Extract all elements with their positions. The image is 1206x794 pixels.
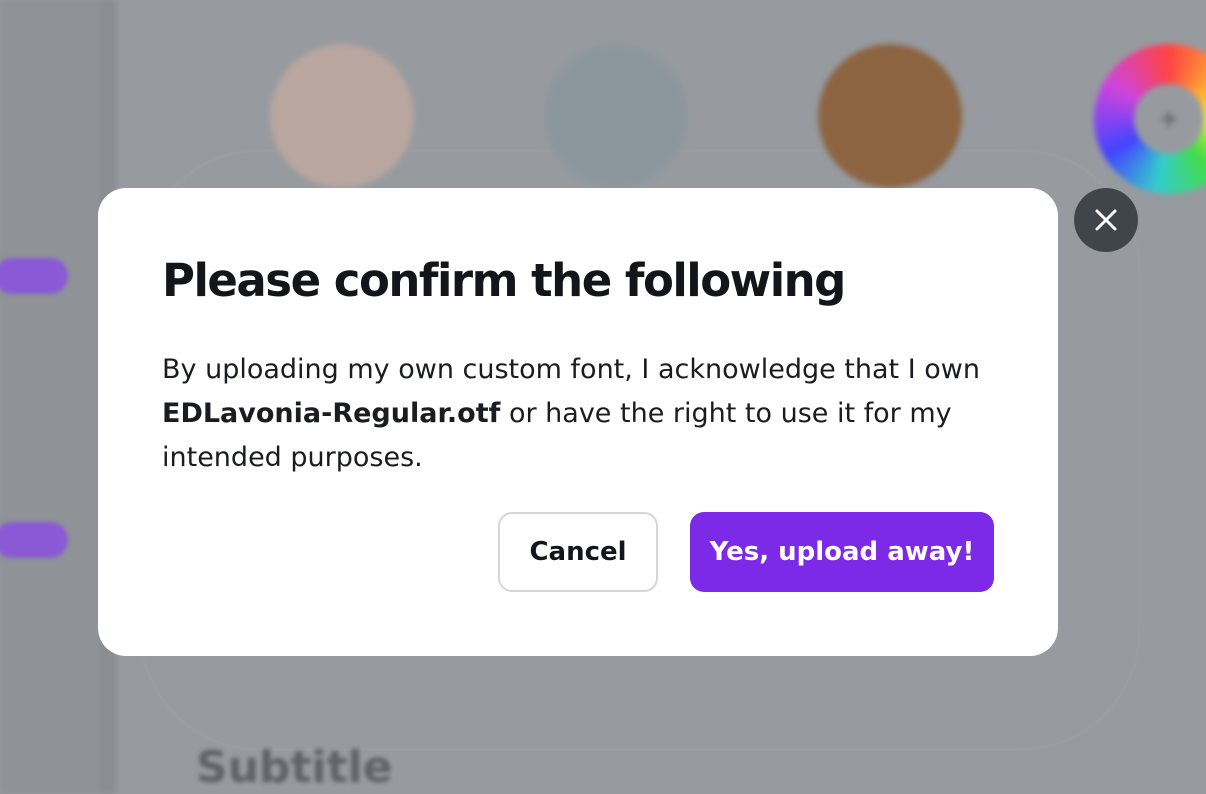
plus-icon: + [1159, 101, 1179, 137]
color-swatch-peach [270, 44, 414, 188]
color-wheel: + [1094, 44, 1206, 194]
confirm-font-upload-dialog: Please confirm the following By uploadin… [98, 188, 1058, 656]
sidebar-badge [0, 258, 68, 294]
close-dialog-button[interactable] [1074, 188, 1138, 252]
dialog-body: By uploading my own custom font, I ackno… [162, 348, 1012, 480]
color-swatch-brown [818, 44, 962, 188]
dialog-body-prefix: By uploading my own custom font, I ackno… [162, 354, 980, 385]
dialog-title: Please confirm the following [162, 254, 846, 307]
sidebar-badge [0, 522, 68, 558]
close-icon [1095, 209, 1117, 231]
color-swatch-blue-grey [544, 44, 688, 188]
confirm-upload-button[interactable]: Yes, upload away! [690, 512, 994, 592]
background-subtitle: Subtitle [196, 742, 393, 793]
font-file-name: EDLavonia-Regular.otf [162, 398, 501, 429]
cancel-button[interactable]: Cancel [498, 512, 658, 592]
